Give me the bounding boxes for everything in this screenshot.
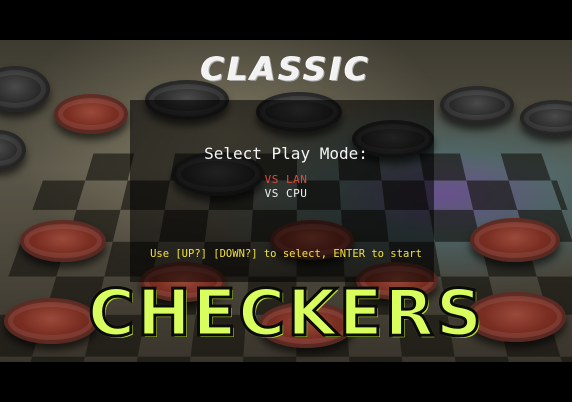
game-screen: CLASSIC Select Play Mode: VS LAN VS CPU … — [0, 0, 572, 402]
letterbox-bottom — [0, 362, 572, 402]
title-checkers: CHECKERS — [87, 277, 484, 352]
controls-hint: Use [UP?] [DOWN?] to select, ENTER to st… — [150, 248, 422, 260]
letterbox-top — [0, 0, 572, 40]
menu-option-vs-lan[interactable]: VS LAN — [0, 173, 572, 186]
checker-piece — [440, 86, 514, 124]
checker-piece — [54, 94, 128, 134]
menu-prompt: Select Play Mode: — [204, 144, 368, 163]
title-classic: CLASSIC — [201, 50, 371, 88]
checker-piece — [520, 100, 572, 136]
menu-option-vs-cpu[interactable]: VS CPU — [0, 187, 572, 200]
